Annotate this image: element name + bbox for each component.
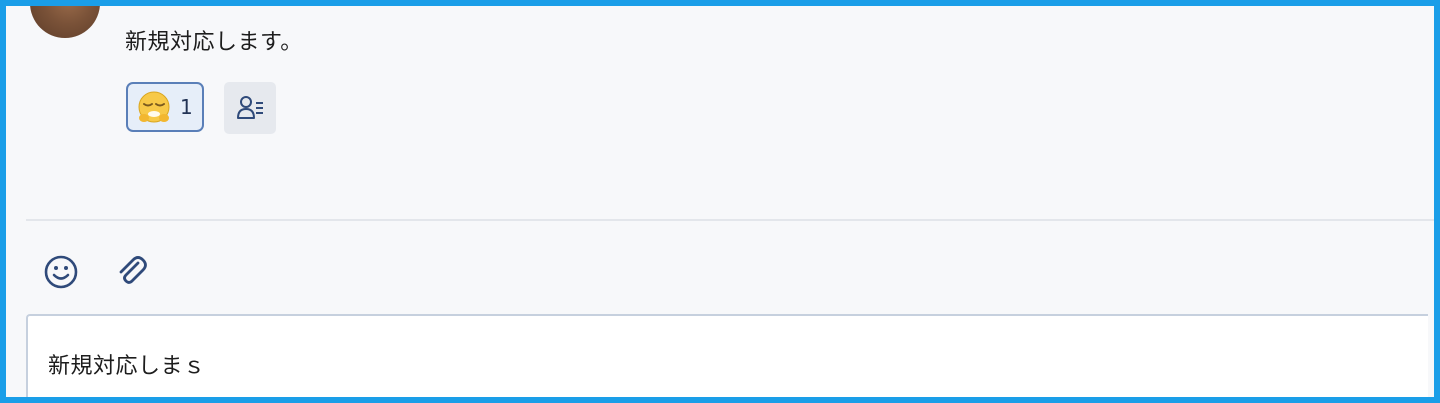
smiley-icon	[44, 255, 78, 289]
composer-divider	[26, 219, 1434, 221]
user-list-icon	[237, 96, 263, 119]
message-input[interactable]: 新規対応しまｓ	[26, 314, 1428, 397]
message-body: 新規対応します。	[125, 30, 303, 55]
user-avatar[interactable]	[30, 6, 100, 38]
reaction-count: 1	[180, 95, 193, 119]
message-input-value: 新規対応しまｓ	[48, 354, 206, 379]
paperclip-icon	[119, 256, 147, 284]
sleeping-face-icon	[138, 91, 170, 123]
attach-file-button[interactable]	[112, 252, 152, 292]
reaction-users-button[interactable]	[224, 82, 276, 134]
reaction-sleeping-face[interactable]: 1	[126, 82, 204, 132]
chat-panel: 新規対応します。 1 新規対応しまｓ	[0, 0, 1440, 403]
emoji-picker-button[interactable]	[41, 252, 81, 292]
